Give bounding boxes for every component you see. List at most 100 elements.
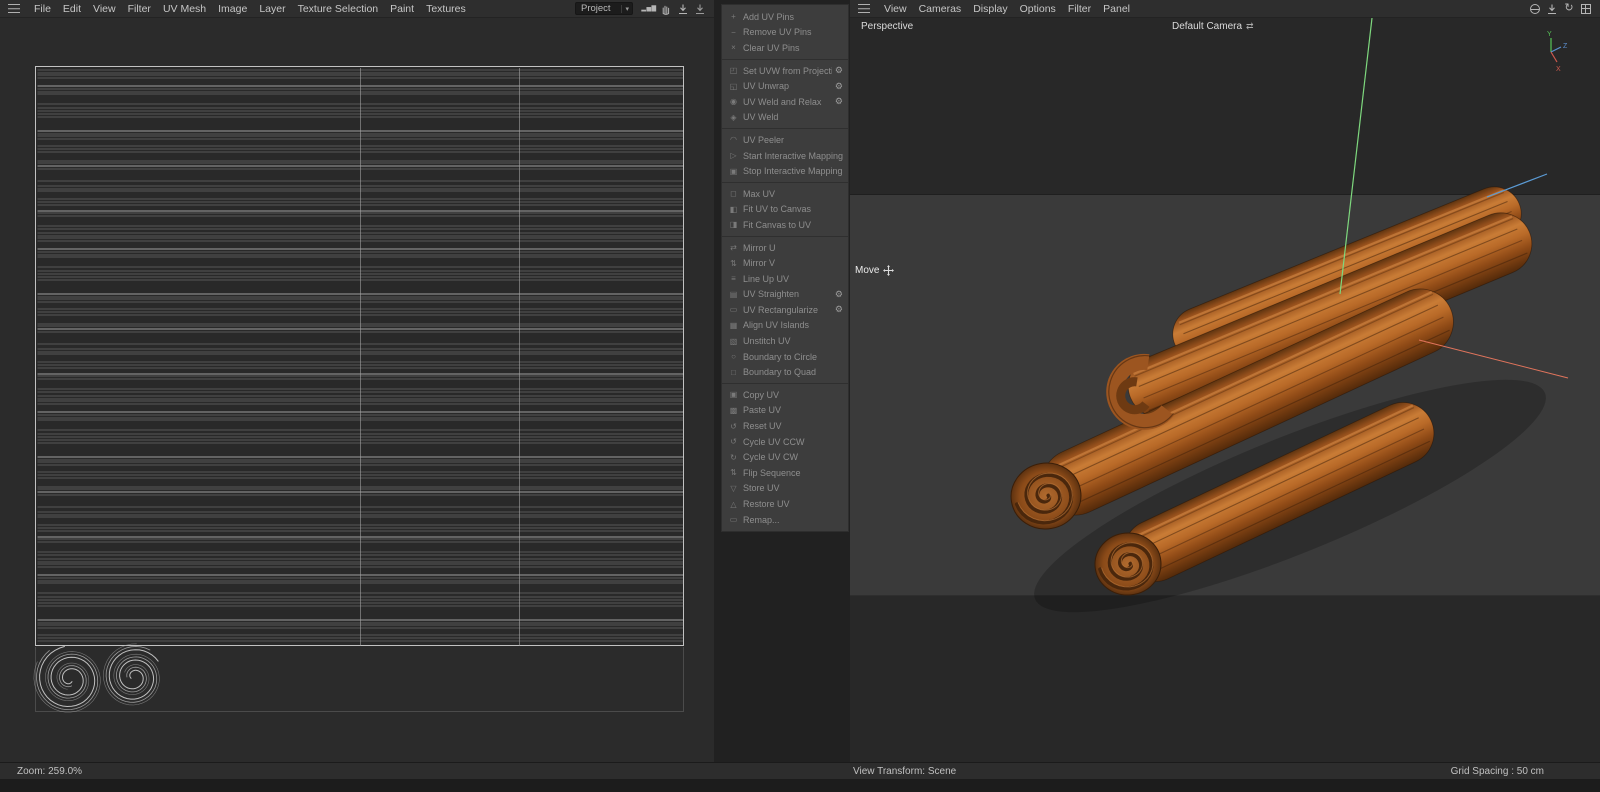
gear-icon[interactable]: ⚙ (835, 96, 843, 107)
command-item[interactable]: ↺ Reset UV (722, 418, 848, 434)
histogram-icon[interactable]: ▂▅▇ (641, 2, 657, 15)
refresh-icon[interactable]: ↻ (1561, 2, 1577, 15)
command-item[interactable]: ▣ Copy UV (722, 387, 848, 403)
command-icon: ▩ (729, 405, 738, 415)
command-item[interactable]: ▷ Start Interactive Mapping (722, 148, 848, 164)
command-item[interactable]: ⇅ Mirror V (722, 255, 848, 271)
command-label: Restore UV (743, 499, 790, 510)
menu-item[interactable]: Texture Selection (292, 3, 385, 15)
hand-icon[interactable] (658, 2, 674, 15)
camera-swap-icon[interactable]: ⇄ (1246, 22, 1254, 31)
command-icon: ◠ (730, 135, 737, 145)
command-label: Set UVW from Projection (743, 65, 832, 76)
command-item[interactable]: ◰ Set UVW from Projection ⚙ (722, 63, 848, 79)
hamburger-menu-icon[interactable] (858, 4, 870, 13)
command-label: Align UV Islands (743, 320, 810, 331)
menu-item[interactable]: Paint (384, 3, 420, 15)
hamburger-menu-icon[interactable] (8, 4, 20, 13)
menu-item[interactable]: Display (967, 3, 1013, 15)
menu-item[interactable]: Filter (1062, 3, 1097, 15)
command-label: Remove UV Pins (743, 27, 812, 38)
axis-x-label: X (1556, 66, 1561, 73)
command-item[interactable]: − Remove UV Pins (722, 25, 848, 41)
command-item[interactable]: ▭ Remap... (722, 512, 848, 528)
gear-icon[interactable]: ⚙ (835, 304, 843, 315)
menu-item[interactable]: View (878, 3, 913, 15)
command-icon: ◻ (730, 189, 737, 199)
uv-mesh-wireframe[interactable] (36, 67, 685, 647)
command-item[interactable]: ▤ UV Straighten ⚙ (722, 287, 848, 303)
uv-tile-canvas[interactable] (35, 66, 684, 646)
download-icon[interactable] (675, 2, 691, 15)
command-icon: ▽ (730, 483, 737, 493)
uv-pin-group: + Add UV Pins − Remove UV Pins × Clear U… (722, 6, 848, 60)
menu-item[interactable]: Filter (122, 3, 157, 15)
menu-item[interactable]: File (28, 3, 57, 15)
command-item[interactable]: ▩ Paste UV (722, 403, 848, 419)
command-icon: ⇄ (730, 243, 737, 253)
command-item[interactable]: ▣ Stop Interactive Mapping (722, 163, 848, 179)
command-icon: ▣ (729, 390, 738, 400)
command-item[interactable]: ⇄ Mirror U (722, 240, 848, 256)
command-icon: ▤ (729, 289, 738, 299)
viewport-canvas[interactable]: Perspective Default Camera ⇄ Move Y Z X (850, 18, 1600, 762)
command-item[interactable]: ↻ Cycle UV CW (722, 449, 848, 465)
uv-transform-group: ⇄ Mirror U ⇅ Mirror V ≡ Line Up UV ▤ UV … (722, 237, 848, 385)
command-item[interactable]: ▽ Store UV (722, 481, 848, 497)
command-label: Cycle UV CCW (743, 436, 805, 447)
move-tool-hint: Move (855, 265, 895, 276)
command-label: UV Weld (743, 112, 779, 123)
gear-icon[interactable]: ⚙ (835, 81, 843, 92)
command-item[interactable]: ◉ UV Weld and Relax ⚙ (722, 94, 848, 110)
command-item[interactable]: ⇅ Flip Sequence (722, 465, 848, 481)
command-item[interactable]: ◧ Fit UV to Canvas (722, 202, 848, 218)
sphere-icon[interactable] (1527, 2, 1543, 15)
command-label: Stop Interactive Mapping (743, 166, 843, 177)
command-item[interactable]: ▧ Unstitch UV (722, 333, 848, 349)
command-item[interactable]: □ Boundary to Quad (722, 364, 848, 380)
render-download-icon[interactable] (1544, 2, 1560, 15)
command-item[interactable]: ◻ Max UV (722, 186, 848, 202)
command-item[interactable]: ◈ UV Weld (722, 110, 848, 126)
command-item[interactable]: ○ Boundary to Circle (722, 349, 848, 365)
project-dropdown[interactable]: Project ▾ (575, 2, 633, 15)
command-item[interactable]: ▭ UV Rectangularize ⚙ (722, 302, 848, 318)
menu-item[interactable]: Image (212, 3, 253, 15)
command-item[interactable]: △ Restore UV (722, 496, 848, 512)
command-icon: ↺ (730, 437, 737, 447)
move-icon (883, 265, 895, 276)
command-icon: ○ (731, 352, 736, 362)
command-item[interactable]: ≡ Line Up UV (722, 271, 848, 287)
cinnamon-sticks-render[interactable] (850, 18, 1600, 762)
command-item[interactable]: + Add UV Pins (722, 9, 848, 25)
camera-label[interactable]: Default Camera ⇄ (1172, 21, 1254, 32)
command-item[interactable]: ▦ Align UV Islands (722, 318, 848, 334)
menu-item[interactable]: Layer (253, 3, 291, 15)
command-icon: ▣ (729, 166, 738, 176)
zoom-status: Zoom: 259.0% (17, 766, 83, 777)
command-icon: ▭ (729, 305, 738, 315)
menu-item[interactable]: Textures (420, 3, 472, 15)
menu-item[interactable]: Edit (57, 3, 87, 15)
command-item[interactable]: × Clear UV Pins (722, 40, 848, 56)
menu-item[interactable]: Options (1014, 3, 1062, 15)
uv-commands-panel: + Add UV Pins − Remove UV Pins × Clear U… (721, 4, 849, 533)
command-label: Fit Canvas to UV (743, 219, 812, 230)
menu-item[interactable]: UV Mesh (157, 3, 212, 15)
menu-item[interactable]: View (87, 3, 122, 15)
gear-icon[interactable]: ⚙ (835, 289, 843, 300)
command-icon: × (731, 43, 736, 53)
gear-icon[interactable]: ⚙ (835, 65, 843, 76)
axis-gizmo[interactable]: Y Z X (1536, 28, 1570, 74)
command-item[interactable]: ↺ Cycle UV CCW (722, 434, 848, 450)
command-icon: ↺ (730, 421, 737, 431)
command-item[interactable]: ◠ UV Peeler (722, 132, 848, 148)
menu-item[interactable]: Panel (1097, 3, 1136, 15)
menu-item[interactable]: Cameras (913, 3, 968, 15)
command-item[interactable]: ◨ Fit Canvas to UV (722, 217, 848, 233)
uv-spiral-islands[interactable] (30, 637, 180, 721)
command-item[interactable]: ◱ UV Unwrap ⚙ (722, 78, 848, 94)
uv-interactive-group: ◠ UV Peeler ▷ Start Interactive Mapping … (722, 129, 848, 183)
layout-grid-icon[interactable] (1578, 2, 1594, 15)
download-alt-icon[interactable] (692, 2, 708, 15)
